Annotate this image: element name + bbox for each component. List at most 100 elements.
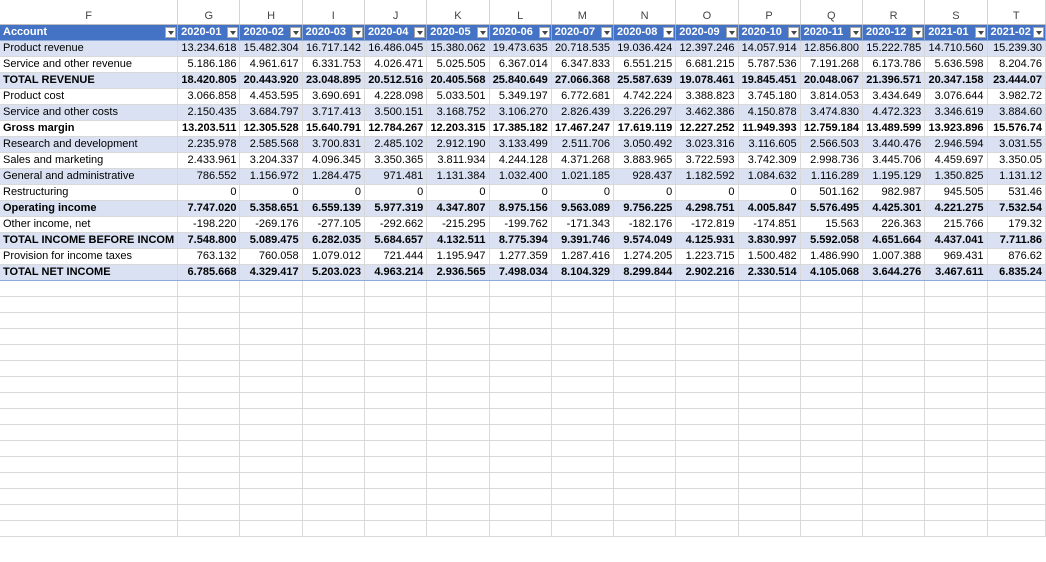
empty-cell[interactable] (738, 280, 801, 297)
empty-cell[interactable] (800, 360, 864, 377)
empty-cell[interactable] (0, 376, 179, 393)
empty-cell[interactable] (177, 392, 241, 409)
value-cell[interactable]: 5.203.023 (302, 264, 366, 281)
value-cell[interactable]: 1.131.12 (987, 168, 1046, 185)
header-period[interactable]: 2021-01 (924, 24, 988, 41)
value-cell[interactable]: 4.437.041 (924, 232, 988, 249)
value-cell[interactable]: 2.235.978 (177, 136, 241, 153)
empty-cell[interactable] (302, 504, 366, 521)
empty-cell[interactable] (800, 280, 864, 297)
value-cell[interactable]: 501.162 (800, 184, 864, 201)
value-cell[interactable]: 4.472.323 (862, 104, 926, 121)
filter-dropdown-icon[interactable] (912, 26, 924, 38)
empty-cell[interactable] (738, 328, 801, 345)
empty-cell[interactable] (239, 440, 303, 457)
value-cell[interactable]: 12.784.267 (364, 120, 428, 137)
header-period[interactable]: 2020-11 (800, 24, 864, 41)
empty-cell[interactable] (613, 296, 677, 313)
value-cell[interactable]: 721.444 (364, 248, 428, 265)
empty-cell[interactable] (862, 392, 926, 409)
value-cell[interactable]: 5.576.495 (800, 200, 864, 217)
value-cell[interactable]: 1.223.715 (675, 248, 739, 265)
empty-cell[interactable] (924, 376, 988, 393)
value-cell[interactable]: 12.203.315 (426, 120, 490, 137)
empty-cell[interactable] (675, 408, 739, 425)
empty-cell[interactable] (924, 424, 988, 441)
value-cell[interactable]: 6.282.035 (302, 232, 366, 249)
value-cell[interactable]: 4.329.417 (239, 264, 303, 281)
empty-cell[interactable] (302, 328, 366, 345)
empty-cell[interactable] (0, 456, 179, 473)
empty-cell[interactable] (489, 344, 552, 361)
value-cell[interactable]: 928.437 (613, 168, 677, 185)
empty-cell[interactable] (302, 472, 366, 489)
value-cell[interactable]: 6.347.833 (551, 56, 615, 73)
value-cell[interactable]: -292.662 (364, 216, 428, 233)
value-cell[interactable]: 3.346.619 (924, 104, 988, 121)
value-cell[interactable]: 17.467.247 (551, 120, 615, 137)
empty-cell[interactable] (489, 488, 552, 505)
account-name-cell[interactable]: General and administrative (0, 168, 179, 185)
empty-cell[interactable] (364, 296, 428, 313)
value-cell[interactable]: 1.277.359 (489, 248, 552, 265)
empty-cell[interactable] (800, 488, 864, 505)
empty-cell[interactable] (302, 456, 366, 473)
value-cell[interactable]: 4.221.275 (924, 200, 988, 217)
empty-cell[interactable] (489, 328, 552, 345)
empty-cell[interactable] (551, 296, 615, 313)
empty-cell[interactable] (426, 488, 490, 505)
empty-cell[interactable] (862, 408, 926, 425)
account-name-cell[interactable]: Other income, net (0, 216, 179, 233)
empty-cell[interactable] (239, 408, 303, 425)
filter-dropdown-icon[interactable] (476, 26, 488, 38)
empty-cell[interactable] (987, 504, 1046, 521)
empty-cell[interactable] (738, 472, 801, 489)
empty-cell[interactable] (924, 328, 988, 345)
empty-cell[interactable] (177, 328, 241, 345)
value-cell[interactable]: 18.420.805 (177, 72, 241, 89)
header-period[interactable]: 2020-05 (426, 24, 490, 41)
value-cell[interactable]: 5.358.651 (239, 200, 303, 217)
empty-cell[interactable] (302, 424, 366, 441)
value-cell[interactable]: 12.856.800 (800, 40, 864, 57)
empty-cell[interactable] (987, 392, 1046, 409)
empty-cell[interactable] (862, 472, 926, 489)
value-cell[interactable]: 1.182.592 (675, 168, 739, 185)
empty-cell[interactable] (613, 360, 677, 377)
value-cell[interactable]: 3.226.297 (613, 104, 677, 121)
empty-cell[interactable] (426, 520, 490, 537)
value-cell[interactable]: 20.718.535 (551, 40, 615, 57)
value-cell[interactable]: 19.473.635 (489, 40, 552, 57)
column-header-h[interactable]: H (239, 0, 303, 25)
empty-cell[interactable] (987, 456, 1046, 473)
value-cell[interactable]: 2.912.190 (426, 136, 490, 153)
value-cell[interactable]: 2.902.216 (675, 264, 739, 281)
empty-cell[interactable] (738, 456, 801, 473)
empty-cell[interactable] (738, 488, 801, 505)
value-cell[interactable]: -172.819 (675, 216, 739, 233)
empty-cell[interactable] (426, 392, 490, 409)
value-cell[interactable]: -182.176 (613, 216, 677, 233)
empty-cell[interactable] (426, 328, 490, 345)
value-cell[interactable]: 3.116.605 (738, 136, 801, 153)
empty-cell[interactable] (613, 392, 677, 409)
empty-cell[interactable] (551, 392, 615, 409)
header-period[interactable]: 2020-09 (675, 24, 739, 41)
value-cell[interactable]: 2.511.706 (551, 136, 615, 153)
filter-dropdown-icon[interactable] (974, 26, 986, 38)
empty-cell[interactable] (987, 472, 1046, 489)
empty-cell[interactable] (800, 296, 864, 313)
empty-cell[interactable] (239, 392, 303, 409)
empty-cell[interactable] (613, 440, 677, 457)
value-cell[interactable]: 15.563 (800, 216, 864, 233)
value-cell[interactable]: 4.459.697 (924, 152, 988, 169)
empty-cell[interactable] (800, 312, 864, 329)
empty-cell[interactable] (0, 280, 179, 297)
empty-cell[interactable] (364, 472, 428, 489)
value-cell[interactable]: 531.46 (987, 184, 1046, 201)
empty-cell[interactable] (177, 312, 241, 329)
empty-cell[interactable] (924, 440, 988, 457)
value-cell[interactable]: 0 (738, 184, 801, 201)
empty-cell[interactable] (302, 312, 366, 329)
empty-cell[interactable] (987, 280, 1046, 297)
